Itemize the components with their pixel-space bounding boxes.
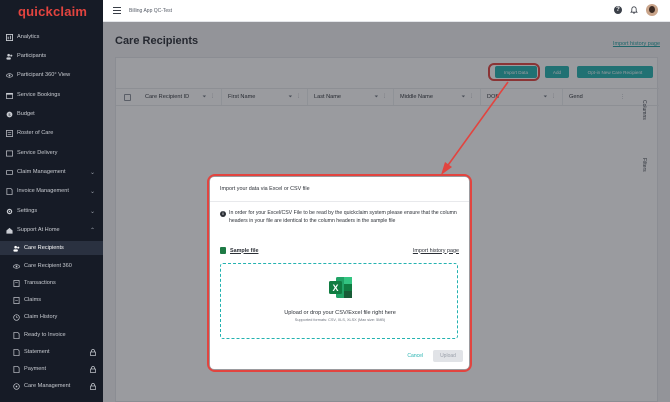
sidebar-item-label: Participant 360° View [17,72,71,78]
sidebar-item-service-bookings[interactable]: Service Bookings [0,88,103,102]
invoice-icon [5,187,13,195]
eye-icon [5,71,13,79]
invoice-icon [12,331,20,339]
sidebar-item-claims[interactable]: Claims [0,293,103,307]
sidebar-item-label: Care Recipient 360 [24,263,72,269]
sidebar-item-label: Settings [17,208,38,214]
excel-icon: X [329,277,352,298]
sidebar-item-label: Care Management [24,383,71,389]
sidebar-item-invoice-management[interactable]: Invoice Management ⌄ [0,184,103,198]
payment-icon [12,365,20,373]
people-icon [5,52,13,60]
care-icon [12,382,20,390]
sample-row: Sample file Import history page [220,247,459,254]
sidebar-item-label: Claim History [24,314,58,320]
app-title: Billing App QC-Test [129,7,173,14]
sidebar-item-label: Ready to Invoice [24,332,66,338]
modal-title: Import your data via Excel or CSV file [220,186,310,192]
sidebar-item-transactions[interactable]: Transactions [0,276,103,290]
info-message: i In order for your Excel/CSV File to be… [220,210,460,225]
bell-icon[interactable] [630,6,638,14]
statement-icon [12,348,20,356]
brand-logo: quickclaim [18,3,88,19]
sidebar-item-participant-360[interactable]: Participant 360° View [0,68,103,82]
sidebar-item-support-at-home[interactable]: Support At Home ⌃ [0,223,103,237]
sidebar-item-care-management[interactable]: Care Management [0,379,103,393]
sidebar-item-label: Support At Home [17,227,60,233]
sidebar-item-service-delivery[interactable]: Service Delivery [0,146,103,160]
chevron-down-icon: ⌄ [89,169,95,176]
dropzone-formats: Supported formats: CSV, XLS, XLSX (Max s… [294,318,386,322]
sidebar-item-label: Invoice Management [17,188,69,194]
roster-icon [5,129,13,137]
transactions-icon [12,279,20,287]
home-icon [5,226,13,234]
sidebar-item-settings[interactable]: Settings ⌄ [0,204,103,218]
sidebar-item-care-recipient-360[interactable]: Care Recipient 360 [0,259,103,273]
gear-icon [5,207,13,215]
sidebar-item-analytics[interactable]: Analytics [0,30,103,44]
sidebar: quickclaim Analytics Participants Partic… [0,0,103,402]
cancel-button[interactable]: Cancel [407,353,423,359]
chevron-down-icon: ⌄ [89,208,95,215]
sidebar-item-roster-of-care[interactable]: Roster of Care [0,126,103,140]
delivery-icon [5,149,13,157]
lock-icon [90,365,96,373]
svg-text:X: X [332,283,338,293]
help-icon[interactable]: ? [614,6,622,14]
lock-icon [90,348,96,356]
info-text: In order for your Excel/CSV File to be r… [229,210,457,224]
sidebar-item-statement[interactable]: Statement [0,345,103,359]
sidebar-item-payment[interactable]: Payment [0,362,103,376]
file-dropzone[interactable]: X Upload or drop your CSV/Excel file rig… [220,263,458,339]
sidebar-item-claim-management[interactable]: Claim Management ⌄ [0,165,103,179]
sidebar-item-label: Care Recipients [24,245,64,251]
import-history-modal-link[interactable]: Import history page [413,248,459,254]
chevron-up-icon: ⌃ [89,227,95,234]
top-bar: Billing App QC-Test ? [103,0,670,22]
sidebar-item-claim-history[interactable]: Claim History [0,310,103,324]
sidebar-item-care-recipients[interactable]: Care Recipients [0,241,103,255]
claim-icon [5,168,13,176]
info-icon: i [220,210,226,217]
sidebar-item-label: Budget [17,111,35,117]
upload-button[interactable]: Upload [433,350,463,362]
calendar-icon [5,91,13,99]
sidebar-item-label: Claim Management [17,169,66,175]
sidebar-item-label: Payment [24,366,47,372]
sidebar-item-label: Statement [24,349,50,355]
chart-icon [5,33,13,41]
sample-file-link[interactable]: Sample file [230,248,258,254]
sidebar-item-label: Analytics [17,34,40,40]
sidebar-item-label: Participants [17,53,47,59]
avatar[interactable] [646,4,658,16]
modal-divider [210,201,469,202]
sidebar-item-label: Claims [24,297,42,303]
people-icon [12,244,20,252]
sidebar-item-label: Service Delivery [17,150,58,156]
sidebar-item-label: Roster of Care [17,130,54,136]
sidebar-item-label: Service Bookings [17,92,61,98]
menu-icon[interactable] [113,7,121,14]
lock-icon [90,382,96,390]
dropzone-instructions: Upload or drop your CSV/Excel file right… [284,310,396,316]
history-icon [12,313,20,321]
sidebar-item-label: Transactions [24,280,56,286]
sidebar-item-budget[interactable]: $ Budget [0,107,103,121]
sidebar-item-ready-to-invoice[interactable]: Ready to Invoice [0,328,103,342]
excel-file-icon [220,247,226,254]
sidebar-item-participants[interactable]: Participants [0,49,103,63]
import-modal: Import your data via Excel or CSV file i… [210,177,469,369]
claims-icon [12,296,20,304]
budget-icon: $ [5,110,13,118]
chevron-down-icon: ⌄ [89,188,95,195]
eye-icon [12,262,20,270]
